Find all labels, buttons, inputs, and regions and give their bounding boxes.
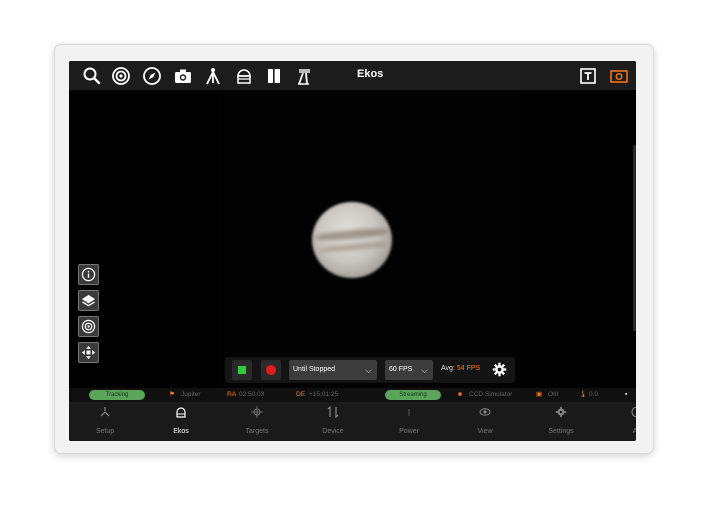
jupiter-image: [312, 202, 392, 278]
bottom-navigation: Setup Ekos Targets Device Power View Set…: [69, 402, 636, 441]
avg-fps: Avg: 54 FPS: [441, 365, 480, 372]
image-viewer[interactable]: [219, 90, 522, 390]
info-icon: [81, 267, 96, 282]
status-bar: Tracking ⚑ Jupiter RA 02:50:03 DE +15:01…: [69, 388, 636, 402]
duration-value: Until Stopped: [293, 366, 336, 373]
ra-label: RA: [227, 391, 237, 398]
gear-icon[interactable]: [492, 362, 507, 377]
tablet-frame: Ekos Until Stopped ⌵ 60 FPS ⌵ Avg: 54 FP…: [54, 44, 654, 454]
fps-value: 60 FPS: [389, 366, 413, 373]
nav-about[interactable]: Ab: [607, 402, 636, 441]
side-drawer-handle[interactable]: [633, 145, 636, 331]
device-icon: [327, 406, 339, 418]
target-name: Jupiter: [181, 391, 201, 398]
streaming-badge[interactable]: Streaming: [385, 390, 441, 400]
fps-select[interactable]: 60 FPS ⌵: [385, 360, 433, 380]
crosshair-button[interactable]: [78, 316, 99, 337]
filter-name: OIII: [548, 391, 559, 398]
search-icon[interactable]: [82, 66, 102, 86]
ekos-icon: [175, 406, 187, 418]
layers-button[interactable]: [78, 290, 99, 311]
settings-icon: [555, 406, 567, 418]
app-screen: Ekos Until Stopped ⌵ 60 FPS ⌵ Avg: 54 FP…: [69, 61, 636, 441]
move-button[interactable]: [78, 342, 99, 363]
camera-icon[interactable]: [173, 66, 193, 86]
side-toolbar: [78, 264, 99, 368]
capture-controls: Until Stopped ⌵ 60 FPS ⌵ Avg: 54 FPS: [225, 357, 515, 383]
tripod-icon[interactable]: [294, 66, 314, 86]
camera-name: CCD Simulator: [469, 391, 513, 398]
nav-power[interactable]: Power: [379, 402, 439, 441]
target-flag-icon: ⚑: [169, 391, 175, 398]
thermometer-icon: 🌡: [579, 391, 588, 398]
text-icon[interactable]: [578, 66, 598, 86]
temperature-value: 0.0: [589, 391, 599, 398]
save-icon[interactable]: ▪: [625, 388, 627, 402]
move-icon: [81, 345, 96, 360]
nav-setup[interactable]: Setup: [75, 402, 135, 441]
record-button[interactable]: [261, 360, 281, 380]
power-icon: [403, 406, 415, 418]
book-icon[interactable]: [264, 66, 284, 86]
stop-icon: [238, 366, 246, 374]
targets-icon: [251, 406, 263, 418]
view-icon: [479, 406, 491, 418]
de-value: +15:01:25: [309, 391, 339, 398]
chevron-down-icon: ⌵: [421, 365, 428, 375]
setup-icon: [99, 406, 111, 418]
de-label: DE: [296, 391, 306, 398]
compass-icon[interactable]: [142, 66, 162, 86]
crosshair-target-icon: [81, 319, 96, 334]
record-icon: [266, 365, 276, 375]
stop-button[interactable]: [232, 360, 252, 380]
tracking-badge[interactable]: Tracking: [89, 390, 145, 400]
chevron-down-icon: ⌵: [365, 365, 372, 375]
info-button[interactable]: [78, 264, 99, 285]
frame-icon[interactable]: [609, 66, 629, 86]
layers-icon: [81, 294, 96, 307]
avg-label: Avg:: [441, 365, 455, 372]
camera-icon-small: ■: [458, 391, 462, 398]
top-toolbar: Ekos: [69, 61, 636, 90]
avg-value: 54 FPS: [456, 365, 481, 372]
target-icon[interactable]: [111, 66, 131, 86]
duration-select[interactable]: Until Stopped ⌵: [289, 360, 377, 380]
observatory-icon[interactable]: [234, 66, 254, 86]
nav-settings[interactable]: Settings: [531, 402, 591, 441]
page-title: Ekos: [357, 68, 384, 80]
about-icon: [631, 406, 636, 418]
ra-value: 02:50:03: [239, 391, 265, 398]
nav-targets[interactable]: Targets: [227, 402, 287, 441]
telescope-icon[interactable]: [203, 66, 223, 86]
nav-view[interactable]: View: [455, 402, 515, 441]
nav-ekos[interactable]: Ekos: [151, 402, 211, 441]
nav-device[interactable]: Device: [303, 402, 363, 441]
filter-icon: ▣: [536, 391, 543, 398]
